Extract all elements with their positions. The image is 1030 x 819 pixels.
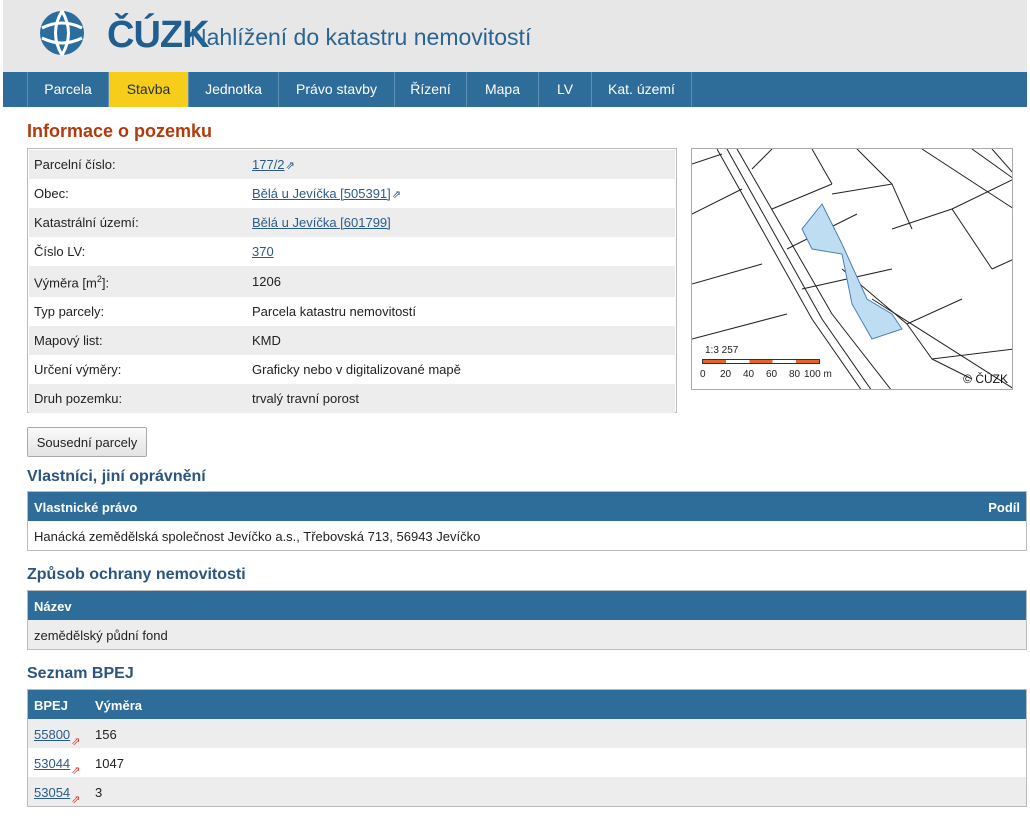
map-scale-tick: 100 m [804,369,832,380]
info-label: Obec: [34,186,69,201]
header: ČÚZK Nahlížení do katastru nemovitostí [3,0,1027,72]
info-row-obec: Obec: Bělá u Jevíčka [505391]⇗ [29,179,675,208]
nav-rizeni[interactable]: Řízení [395,72,467,107]
col-ownership: Vlastnické právo [34,500,138,515]
bpej-link[interactable]: 53044 [34,756,70,771]
map-scale-bar [702,359,820,364]
parcel-type-value: Parcela katastru nemovitostí [252,304,417,319]
nav-pravo-stavby[interactable]: Právo stavby [279,72,395,107]
table-row: zemědělský půdní fond [28,620,1026,649]
map-scale-tick: 0 [700,369,706,380]
cuzk-logo[interactable]: ČÚZK [37,8,210,58]
cadastral-area-link[interactable]: Bělá u Jevíčka [601799] [252,215,391,230]
nav-jednotka[interactable]: Jednotka [189,72,279,107]
info-row-lv: Číslo LV: 370 [29,237,675,266]
obec-link[interactable]: Bělá u Jevíčka [505391] [252,186,391,201]
info-row-map-sheet: Mapový list: KMD [29,326,675,355]
app-title: Nahlížení do katastru nemovitostí [190,24,532,50]
nav-stavba[interactable]: Stavba [109,72,189,107]
info-label: Typ parcely: [34,304,105,319]
col-bpej: BPEJ [34,698,68,713]
info-label: Číslo LV: [34,244,86,259]
bpej-title: Seznam BPEJ [27,665,134,682]
table-row: 55800 ⇗ 156 [28,719,1026,748]
info-label: Druh pozemku: [34,391,123,406]
table-header: Název [28,591,1026,620]
nav-parcela[interactable]: Parcela [27,72,109,107]
neighbour-parcels-button[interactable]: Sousední parcely [27,427,147,457]
col-share: Podíl [988,500,1020,515]
map-scale-tick: 40 [743,369,755,380]
table-row: 53044 ⇗ 1047 [28,748,1026,777]
map-drawing [692,149,1012,389]
info-row-land-type: Druh pozemku: trvalý travní porost [29,384,675,413]
info-label: Určení výměry: [34,362,122,377]
parcel-number-link[interactable]: 177/2 [252,157,285,172]
info-row-cadastral-area: Katastrální území: Bělá u Jevíčka [60179… [29,208,675,237]
lv-link[interactable]: 370 [252,244,274,259]
protection-title: Způsob ochrany nemovitosti [27,566,246,583]
globe-icon [40,10,84,56]
info-row-area: Výměra [m2]: 1206 [29,266,675,297]
external-link-icon[interactable]: ⇗ [71,764,81,777]
table-row: Hanácká zemědělská společnost Jevíčko a.… [28,521,1026,550]
table-header: BPEJ Výměra [28,690,1026,719]
external-link-icon[interactable]: ⇗ [286,159,296,172]
info-title: Informace o pozemku [27,121,213,141]
bpej-link[interactable]: 55800 [34,727,70,742]
map-scale-tick: 60 [766,369,778,380]
col-area: Výměra [95,698,142,713]
protection-value: zemědělský půdní fond [34,628,168,643]
external-link-icon[interactable]: ⇗ [392,188,402,201]
info-label: Mapový list: [34,333,103,348]
land-type-value: trvalý travní porost [252,391,359,406]
map-scale-ratio: 1:3 257 [705,345,739,356]
info-label: Výměra [m2]: [34,274,110,291]
bpej-table: BPEJ Výměra 55800 ⇗ 156 53044 ⇗ 1047 53054… [27,689,1027,807]
owners-table: Vlastnické právo Podíl Hanácká zemědělsk… [27,491,1027,551]
table-row: 53054 ⇗ 3 [28,777,1026,806]
col-name: Název [34,599,72,614]
external-link-icon[interactable]: ⇗ [71,735,81,748]
info-row-parcel-type: Typ parcely: Parcela katastru nemovitost… [29,297,675,326]
info-row-area-determination: Určení výměry: Graficky nebo v digitaliz… [29,355,675,384]
protection-table: Název zemědělský půdní fond [27,590,1027,650]
bpej-link[interactable]: 53054 [34,785,70,800]
external-link-icon[interactable]: ⇗ [71,793,81,806]
nav-lv[interactable]: LV [539,72,592,107]
map-scale-tick: 20 [720,369,732,380]
owners-title: Vlastníci, jiní oprávnění [27,468,206,485]
owner-name: Hanácká zemědělská společnost Jevíčko a.… [34,529,481,544]
map-copyright: © ČÚZK [963,372,1008,386]
bpej-area: 1047 [95,756,124,771]
info-label: Katastrální území: [34,215,139,230]
area-value: 1206 [252,274,281,289]
parcel-info-table: Parcelní číslo: 177/2⇗ Obec: Bělá u Jeví… [27,148,677,413]
nav-kat-uzemi[interactable]: Kat. území [592,72,692,107]
parcel-map[interactable]: 1:3 257 0 20 40 60 80 100 m © ČÚZK [691,148,1013,390]
bpej-area: 156 [95,727,117,742]
nav-mapa[interactable]: Mapa [467,72,539,107]
info-row-parcel-number: Parcelní číslo: 177/2⇗ [29,150,675,179]
bpej-area: 3 [95,785,103,800]
area-determination-value: Graficky nebo v digitalizované mapě [252,362,461,377]
table-header: Vlastnické právo Podíl [28,492,1026,521]
map-sheet-value: KMD [252,333,281,348]
map-scale-tick: 80 [789,369,801,380]
info-label: Parcelní číslo: [34,157,116,172]
main-nav: Parcela Stavba Jednotka Právo stavby Říz… [3,72,1027,107]
